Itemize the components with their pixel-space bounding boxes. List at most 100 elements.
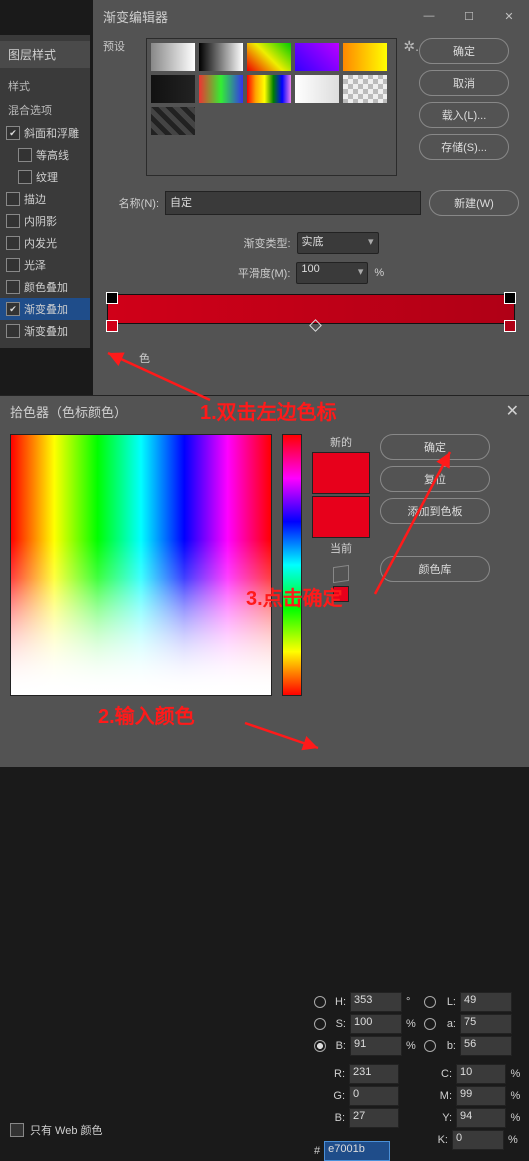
minimize-button[interactable]: —	[409, 2, 449, 30]
y-input[interactable]: 94	[456, 1108, 506, 1128]
c-input[interactable]: 10	[456, 1064, 506, 1084]
layer-style-item[interactable]: 光泽	[0, 254, 90, 276]
smooth-input[interactable]: 100	[296, 262, 368, 284]
web-only-label: 只有 Web 颜色	[30, 1122, 103, 1138]
b-radio[interactable]	[314, 1040, 326, 1052]
preset-swatch[interactable]	[199, 75, 243, 103]
h-radio[interactable]	[314, 996, 326, 1008]
bv-label: B:	[330, 1040, 346, 1052]
checkbox[interactable]	[6, 236, 20, 250]
close-icon[interactable]: ✕	[506, 401, 519, 421]
preset-swatch[interactable]	[295, 43, 339, 71]
layer-style-item[interactable]: 描边	[0, 188, 90, 210]
l-input[interactable]: 49	[460, 992, 512, 1012]
preset-swatch[interactable]	[343, 75, 387, 103]
k-input[interactable]: 0	[452, 1130, 504, 1150]
m-input[interactable]: 99	[456, 1086, 506, 1106]
preset-swatch[interactable]	[247, 43, 291, 71]
cube-icon[interactable]	[333, 565, 349, 583]
b-lab-input[interactable]: 56	[460, 1036, 512, 1056]
g-label: G:	[330, 1090, 345, 1102]
checkbox[interactable]	[6, 126, 20, 140]
layer-style-item-label: 渐变叠加	[24, 323, 68, 339]
checkbox[interactable]	[18, 170, 32, 184]
checkbox[interactable]	[6, 258, 20, 272]
smooth-label: 平滑度(M):	[238, 265, 291, 281]
picker-lib-button[interactable]: 颜色库	[380, 556, 490, 582]
current-label: 当前	[330, 540, 352, 556]
a-input[interactable]: 75	[460, 1014, 512, 1034]
a-label: a:	[440, 1018, 456, 1030]
s-input[interactable]: 100	[350, 1014, 402, 1034]
style-heading[interactable]: 样式	[0, 74, 90, 98]
opacity-stop-right[interactable]	[504, 292, 516, 304]
picker-add-button[interactable]: 添加到色板	[380, 498, 490, 524]
preset-swatch[interactable]	[151, 43, 195, 71]
new-button[interactable]: 新建(W)	[429, 190, 519, 216]
save-button[interactable]: 存储(S)...	[419, 134, 509, 160]
preset-swatch[interactable]	[247, 75, 291, 103]
preset-swatch[interactable]	[343, 43, 387, 71]
layer-style-item-label: 渐变叠加	[24, 301, 68, 317]
layer-style-item[interactable]: 渐变叠加	[0, 320, 90, 342]
color-spectrum[interactable]	[10, 434, 272, 696]
layer-style-tab[interactable]: 图层样式	[0, 41, 90, 68]
k-label: K:	[432, 1134, 448, 1146]
a-radio[interactable]	[424, 1018, 436, 1030]
bv-input[interactable]: 91	[350, 1036, 402, 1056]
layer-style-item[interactable]: 内阴影	[0, 210, 90, 232]
checkbox[interactable]	[6, 302, 20, 316]
picker-ok-button[interactable]: 确定	[380, 434, 490, 460]
current-color-swatch	[312, 496, 370, 538]
close-button[interactable]: ✕	[489, 2, 529, 30]
websafe-swatch[interactable]	[333, 586, 349, 602]
s-radio[interactable]	[314, 1018, 326, 1030]
c-label: C:	[437, 1068, 452, 1080]
opacity-stop-left[interactable]	[106, 292, 118, 304]
blend-heading[interactable]: 混合选项	[0, 98, 90, 122]
load-button[interactable]: 载入(L)...	[419, 102, 509, 128]
h-unit: °	[406, 996, 420, 1008]
preset-swatch[interactable]	[151, 75, 195, 103]
l-radio[interactable]	[424, 996, 436, 1008]
checkbox[interactable]	[6, 324, 20, 338]
maximize-button[interactable]: ☐	[449, 2, 489, 30]
checkbox[interactable]	[18, 148, 32, 162]
layer-style-item-label: 内发光	[24, 235, 57, 251]
gear-icon[interactable]: ✲.	[403, 38, 419, 55]
layer-style-item[interactable]: 渐变叠加	[0, 298, 90, 320]
gradient-editor-title: 渐变编辑器	[103, 7, 168, 26]
r-label: R:	[330, 1068, 345, 1080]
name-input[interactable]: 自定	[165, 191, 421, 215]
hue-slider[interactable]	[282, 434, 302, 696]
h-input[interactable]: 353	[350, 992, 402, 1012]
cancel-button[interactable]: 取消	[419, 70, 509, 96]
checkbox[interactable]	[6, 280, 20, 294]
preset-swatch[interactable]	[151, 107, 195, 135]
checkbox[interactable]	[6, 192, 20, 206]
g-input[interactable]: 0	[349, 1086, 399, 1106]
layer-style-item[interactable]: 内发光	[0, 232, 90, 254]
type-select[interactable]: 实底	[297, 232, 379, 254]
presets-label: 预设	[103, 38, 146, 176]
r-input[interactable]: 231	[349, 1064, 399, 1084]
gradient-bar[interactable]	[107, 294, 515, 324]
b2-radio[interactable]	[424, 1040, 436, 1052]
layer-style-item[interactable]: 等高线	[0, 144, 90, 166]
layer-style-item[interactable]: 斜面和浮雕	[0, 122, 90, 144]
color-stop-right[interactable]	[504, 320, 516, 332]
layer-style-item[interactable]: 纹理	[0, 166, 90, 188]
color-stop-left[interactable]	[106, 320, 118, 332]
picker-reset-button[interactable]: 复位	[380, 466, 490, 492]
gradient-editor-window: 渐变编辑器 — ☐ ✕ 预设 ✲. 确定 取消 载入(L)... 存储(S)..…	[93, 0, 529, 395]
preset-swatch[interactable]	[199, 43, 243, 71]
layer-style-item[interactable]: 颜色叠加	[0, 276, 90, 298]
checkbox[interactable]	[6, 214, 20, 228]
b2-input[interactable]: 27	[349, 1108, 399, 1128]
preset-grid[interactable]	[146, 38, 398, 176]
web-only-checkbox[interactable]	[10, 1123, 24, 1137]
color-values-grid: H: 353 ° L: 49 S: 100 % a: 75 B: 91 % b:…	[314, 991, 524, 1151]
hex-input[interactable]: e7001b	[324, 1141, 390, 1161]
ok-button[interactable]: 确定	[419, 38, 509, 64]
preset-swatch[interactable]	[295, 75, 339, 103]
